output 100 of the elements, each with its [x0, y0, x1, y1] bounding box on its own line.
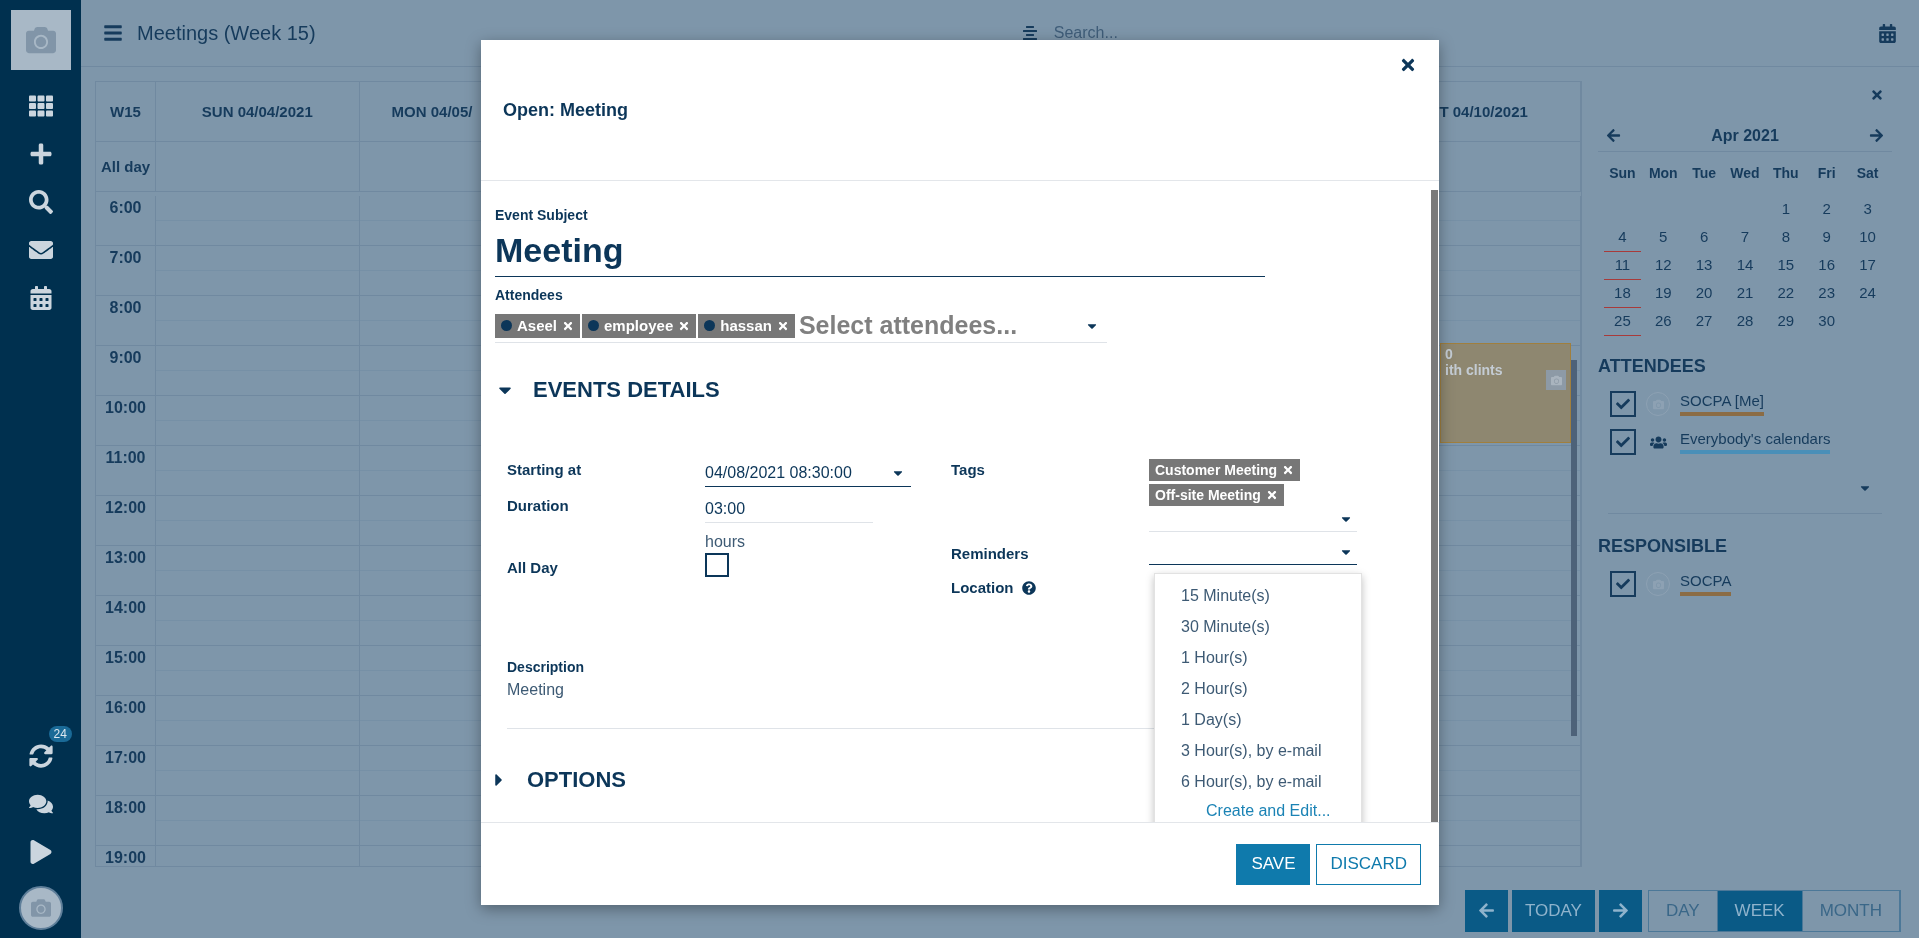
- menu-item[interactable]: 15 Minute(s): [1155, 580, 1361, 611]
- field-label: Event Subject: [495, 207, 588, 223]
- field-label: Reminders: [951, 545, 1029, 562]
- attendee-tag[interactable]: employee: [582, 313, 697, 338]
- calendar-icon[interactable]: [1878, 23, 1897, 43]
- day-header[interactable]: SUN 04/04/2021: [201, 103, 313, 120]
- hour-label: 10:00: [96, 396, 156, 446]
- remove-icon[interactable]: [562, 319, 575, 332]
- calendar-day[interactable]: 15: [1767, 252, 1805, 280]
- calendar-event[interactable]: 0 ith clints: [1440, 343, 1571, 443]
- calendar-day[interactable]: 28: [1726, 308, 1764, 336]
- calendar-day[interactable]: 30: [1808, 308, 1846, 336]
- refresh-icon[interactable]: [28, 744, 53, 768]
- calendar-day[interactable]: 26: [1644, 308, 1682, 336]
- menu-icon[interactable]: [103, 23, 123, 43]
- calendar-day[interactable]: 23: [1808, 280, 1846, 308]
- attendee-name[interactable]: SOCPA: [1680, 572, 1732, 591]
- section-header[interactable]: OPTIONS: [527, 767, 626, 793]
- date-field[interactable]: 04/08/2021 08:30:00: [705, 459, 911, 487]
- calendar-day[interactable]: 5: [1644, 224, 1682, 252]
- menu-item[interactable]: 30 Minute(s): [1155, 611, 1361, 642]
- day-header[interactable]: MON 04/05/: [391, 103, 473, 120]
- menu-item[interactable]: 1 Hour(s): [1155, 642, 1361, 673]
- menu-item[interactable]: 3 Hour(s), by e-mail: [1155, 735, 1361, 766]
- weekday-label: Fri: [1816, 164, 1837, 183]
- calendar-day[interactable]: 19: [1644, 280, 1682, 308]
- calendar-day[interactable]: 18: [1604, 280, 1641, 308]
- description-text[interactable]: Meeting: [507, 681, 564, 699]
- scrollbar[interactable]: [1431, 190, 1438, 822]
- calendar-day[interactable]: 2: [1808, 196, 1846, 224]
- hour-label: 6:00: [96, 196, 156, 246]
- calendar-day[interactable]: 17: [1849, 252, 1886, 280]
- attendee-name[interactable]: Everybody's calendars: [1680, 430, 1831, 449]
- calendar-day[interactable]: 25: [1604, 308, 1641, 336]
- view-tab[interactable]: WEEK: [1717, 890, 1803, 931]
- calendar-day[interactable]: 12: [1644, 252, 1682, 280]
- calendar-day[interactable]: 29: [1767, 308, 1805, 336]
- remove-icon[interactable]: [1282, 464, 1295, 476]
- close-icon[interactable]: [1399, 56, 1417, 74]
- next-button[interactable]: [1598, 889, 1642, 932]
- filter-icon[interactable]: [1021, 25, 1038, 41]
- menu-item[interactable]: 6 Hour(s), by e-mail: [1155, 766, 1361, 797]
- attendee-name[interactable]: SOCPA [Me]: [1680, 392, 1764, 411]
- calendar-day[interactable]: 21: [1726, 280, 1764, 308]
- today-button[interactable]: TODAY: [1511, 889, 1595, 932]
- checkbox[interactable]: [1610, 391, 1636, 417]
- attendee-tag[interactable]: Aseel: [495, 313, 581, 338]
- discard-button[interactable]: DISCARD: [1316, 843, 1421, 885]
- field-label: Tags: [951, 461, 985, 478]
- avatar-placeholder[interactable]: [18, 886, 63, 930]
- calendar-day[interactable]: 27: [1685, 308, 1723, 336]
- subject-field[interactable]: Meeting: [495, 223, 1265, 277]
- field-label: Attendees: [495, 287, 563, 303]
- calendar-day[interactable]: 3: [1849, 196, 1886, 224]
- calendar-day[interactable]: 8: [1767, 224, 1805, 252]
- calendar-day[interactable]: 13: [1685, 252, 1723, 280]
- calendar-day[interactable]: 24: [1849, 280, 1886, 308]
- check-icon: [1616, 397, 1630, 411]
- previous-button[interactable]: [1464, 889, 1508, 932]
- calendar-day[interactable]: 1: [1767, 196, 1805, 224]
- calendar-day[interactable]: 6: [1685, 224, 1723, 252]
- remove-icon[interactable]: [678, 319, 691, 332]
- help-icon[interactable]: [1021, 580, 1036, 595]
- checkbox[interactable]: [1610, 571, 1636, 597]
- section-header[interactable]: EVENTS DETAILS: [533, 377, 720, 403]
- arrow-left-icon: [1477, 902, 1495, 919]
- weekday-label: Tue: [1691, 164, 1718, 183]
- checkbox[interactable]: [705, 553, 729, 577]
- field-label: Description: [507, 659, 584, 675]
- tag[interactable]: Customer Meeting: [1149, 459, 1301, 481]
- calendar-day[interactable]: 4: [1604, 224, 1641, 252]
- weekday-label: Wed: [1729, 164, 1761, 183]
- hour-label: 18:00: [96, 796, 156, 846]
- calendar-day[interactable]: 9: [1808, 224, 1846, 252]
- view-tab[interactable]: DAY: [1648, 890, 1718, 931]
- calendar-day[interactable]: 16: [1808, 252, 1846, 280]
- calendar-day[interactable]: 20: [1685, 280, 1723, 308]
- menu-item[interactable]: 2 Hour(s): [1155, 673, 1361, 704]
- calendar-day[interactable]: 11: [1604, 252, 1641, 280]
- search-field[interactable]: Search...: [1051, 23, 1252, 43]
- remove-icon[interactable]: [776, 319, 789, 332]
- tag[interactable]: Off-site Meeting: [1149, 484, 1284, 506]
- calendar-day[interactable]: 14: [1726, 252, 1764, 280]
- attendee-tag[interactable]: hassan: [698, 313, 795, 338]
- day-header[interactable]: T 04/10/2021: [1439, 103, 1528, 120]
- calendar-day[interactable]: 22: [1767, 280, 1805, 308]
- save-button[interactable]: SAVE: [1236, 843, 1311, 885]
- menu-item[interactable]: 1 Day(s): [1155, 704, 1361, 735]
- create-link[interactable]: Create and Edit...: [1206, 797, 1331, 822]
- calendar-day[interactable]: 7: [1726, 224, 1764, 252]
- attendees-field[interactable]: Aseel employee hassan Select attendees...: [495, 309, 1107, 343]
- field-label: Starting at: [507, 461, 582, 478]
- duration-field[interactable]: 03:00: [705, 495, 873, 523]
- arrow-left-icon[interactable]: [1606, 128, 1621, 143]
- remove-icon[interactable]: [1265, 489, 1278, 501]
- arrow-right-icon[interactable]: [1869, 128, 1884, 143]
- view-tab[interactable]: MONTH: [1802, 890, 1900, 931]
- checkbox[interactable]: [1610, 429, 1636, 455]
- scrollbar[interactable]: [1571, 360, 1577, 736]
- calendar-day[interactable]: 10: [1849, 224, 1886, 252]
